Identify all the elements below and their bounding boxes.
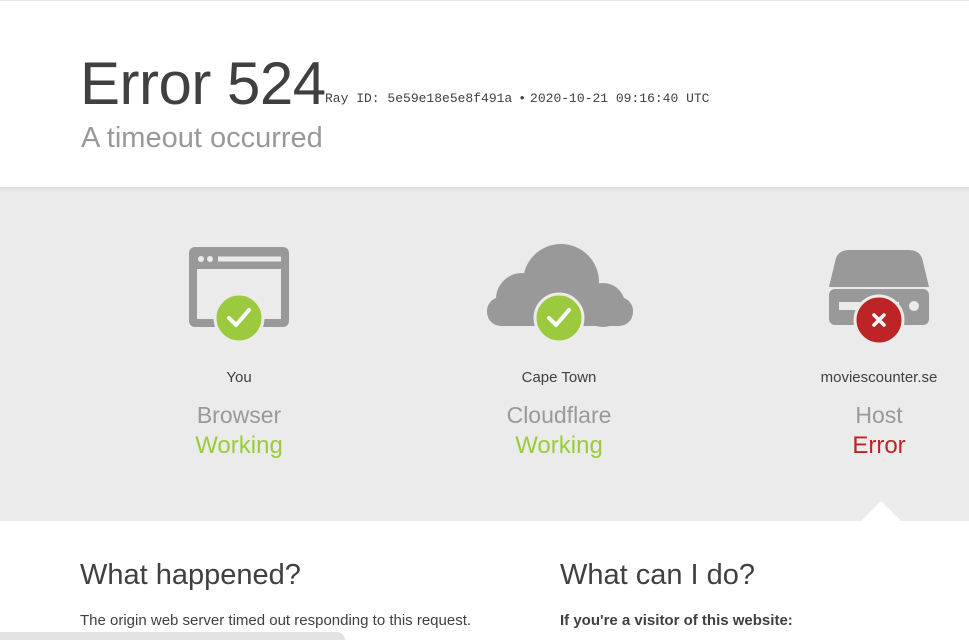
error-code-title: Error 524 <box>80 50 326 117</box>
cloudflare-label: Cloudflare <box>506 402 612 428</box>
browser-state: Working <box>195 432 283 459</box>
host-pointer-notch <box>861 501 901 521</box>
browser-location: You <box>226 369 252 386</box>
error-subtitle: A timeout occurred <box>81 122 323 154</box>
header: Error 524 Ray ID: 5e59e18e5e8f491a • 2020-… <box>0 1 969 187</box>
server-icon <box>829 250 929 346</box>
host-label: Host <box>855 402 903 428</box>
status-band: You Browser Working Cape Town Cloudflare… <box>0 187 969 521</box>
browser-icon <box>189 247 289 344</box>
cloud-icon-wrap <box>399 237 719 347</box>
browser-label: Browser <box>196 402 282 428</box>
info-section: What happened? The origin web server tim… <box>0 521 969 640</box>
what-happened-heading: What happened? <box>80 559 301 591</box>
server-icon-wrap <box>719 237 969 347</box>
what-happened-text: The origin web server timed out respondi… <box>80 612 472 629</box>
ray-id-line: Ray ID: 5e59e18e5e8f491a • 2020-10-21 09:1… <box>325 91 709 106</box>
cloudflare-state: Working <box>515 432 603 459</box>
host-location: moviescounter.se <box>820 369 938 386</box>
cloud-icon <box>487 244 633 344</box>
horizontal-scrollbar[interactable] <box>0 632 345 640</box>
visitor-subheading: If you're a visitor of this website: <box>560 612 793 629</box>
bullet-separator: • <box>518 91 527 106</box>
what-can-i-do-heading: What can I do? <box>560 559 756 591</box>
cloudflare-location: Cape Town <box>521 369 597 386</box>
check-icon <box>213 292 265 344</box>
ray-id: Ray ID: 5e59e18e5e8f491a <box>325 91 513 106</box>
x-icon <box>853 294 905 346</box>
check-icon <box>533 292 585 344</box>
status-host: moviescounter.se Host Error <box>719 187 969 521</box>
timestamp: 2020-10-21 09:16:40 UTC <box>530 91 710 106</box>
host-state: Error <box>852 432 906 459</box>
status-browser: You Browser Working <box>79 187 399 521</box>
browser-icon-wrap <box>79 237 399 347</box>
status-cloudflare: Cape Town Cloudflare Working <box>399 187 719 521</box>
